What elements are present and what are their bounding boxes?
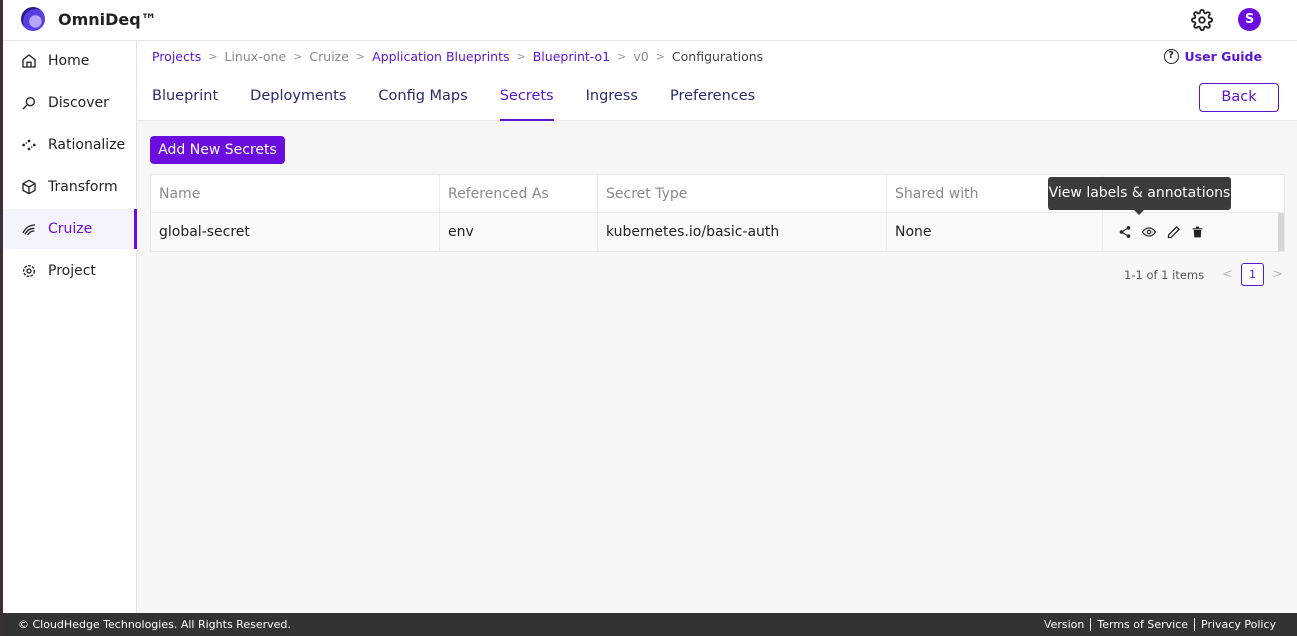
sidebar-item-label: Project [48,263,96,279]
cell-referenced-as: env [440,213,598,251]
sidebar-item-discover[interactable]: Discover [3,83,137,123]
top-bar: OmniDeq™ S [3,0,1297,41]
pagination: 1-1 of 1 items < 1 > [1124,263,1291,286]
add-new-secrets-button[interactable]: Add New Secrets [150,136,285,164]
tab-ingress[interactable]: Ingress [586,78,638,121]
cell-shared-with: None [887,213,1103,251]
gear-icon [20,262,38,280]
back-button[interactable]: Back [1199,83,1279,112]
user-avatar[interactable]: S [1238,8,1261,31]
sidebar-item-label: Home [48,53,90,69]
sidebar-item-rationalize[interactable]: Rationalize [3,125,137,165]
column-header-secret-type: Secret Type [598,174,887,213]
footer-link-terms[interactable]: Terms of Service [1090,618,1194,631]
breadcrumb-version: v0 [633,49,649,64]
chevron-right-icon: > [293,50,303,63]
sidebar-item-label: Transform [48,179,118,195]
help-icon: ? [1163,49,1179,64]
share-icon[interactable] [1117,224,1133,240]
footer: © CloudHedge Technologies. All Rights Re… [3,613,1297,636]
tab-blueprint[interactable]: Blueprint [152,78,218,121]
footer-link-privacy[interactable]: Privacy Policy [1194,618,1282,631]
tab-deployments[interactable]: Deployments [250,78,346,121]
omnideq-logo[interactable] [21,7,45,31]
sidebar-item-label: Discover [48,95,109,111]
cell-name: global-secret [151,213,440,251]
footer-links: Version Terms of Service Privacy Policy [1038,618,1282,631]
breadcrumb-module: Cruize [309,49,349,64]
tab-config-maps[interactable]: Config Maps [378,78,467,121]
sidebar-item-label: Rationalize [48,137,126,153]
tab-secrets[interactable]: Secrets [499,78,554,121]
home-icon [20,52,38,70]
user-guide-link[interactable]: ? User Guide [1163,49,1262,64]
header-panel: Projects > Linux-one > Cruize > Application… [137,41,1297,121]
footer-link-version[interactable]: Version [1038,618,1090,631]
edit-pencil-icon[interactable] [1165,224,1181,240]
chevron-right-icon: > [516,50,526,63]
table-row: global-secret env kubernetes.io/basic-au… [151,213,1284,251]
sidebar: Home Discover Rationalize Transform Crui… [3,41,137,613]
breadcrumb: Projects > Linux-one > Cruize > Application… [152,49,763,64]
main-content: Projects > Linux-one > Cruize > Application… [137,41,1297,613]
rationalize-icon [20,136,38,154]
breadcrumb-projects[interactable]: Projects [152,49,201,64]
column-header-name: Name [151,174,440,213]
chevron-right-icon: > [655,50,665,63]
column-header-referenced-as: Referenced As [440,174,598,213]
tab-bar: Blueprint Deployments Config Maps Secret… [152,78,787,121]
discover-icon [20,94,38,112]
copyright-text: © CloudHedge Technologies. All Rights Re… [18,618,291,631]
settings-gear-icon[interactable] [1191,9,1213,31]
pagination-summary: 1-1 of 1 items [1124,267,1205,282]
table-scrollbar[interactable] [1278,213,1284,251]
user-guide-label: User Guide [1184,49,1262,64]
breadcrumb-blueprint[interactable]: Blueprint-o1 [533,49,610,64]
cell-secret-type: kubernetes.io/basic-auth [598,213,887,251]
chevron-left-icon[interactable]: < [1222,267,1233,282]
breadcrumb-current: Configurations [671,49,764,64]
chevron-right-icon[interactable]: > [1272,267,1283,282]
chevron-right-icon: > [208,50,218,63]
brand-name: OmniDeq™ [58,10,157,29]
breadcrumb-app-blueprints[interactable]: Application Blueprints [372,49,509,64]
chevron-right-icon: > [355,50,366,63]
tooltip-view-labels: View labels & annotations [1048,177,1231,215]
sidebar-item-label: Cruize [48,221,93,237]
sidebar-item-transform[interactable]: Transform [3,167,137,207]
cruize-icon [20,220,38,238]
sidebar-item-cruize[interactable]: Cruize [3,209,137,249]
delete-trash-icon[interactable] [1189,224,1205,240]
sidebar-item-home[interactable]: Home [3,41,137,81]
row-actions [1103,213,1284,251]
page-button[interactable]: 1 [1241,263,1265,286]
eye-icon[interactable] [1141,224,1157,240]
cube-icon [20,178,38,196]
chevron-right-icon: > [617,50,627,63]
tab-preferences[interactable]: Preferences [670,78,755,121]
breadcrumb-project-name: Linux-one [224,49,287,64]
sidebar-item-project[interactable]: Project [3,251,137,291]
